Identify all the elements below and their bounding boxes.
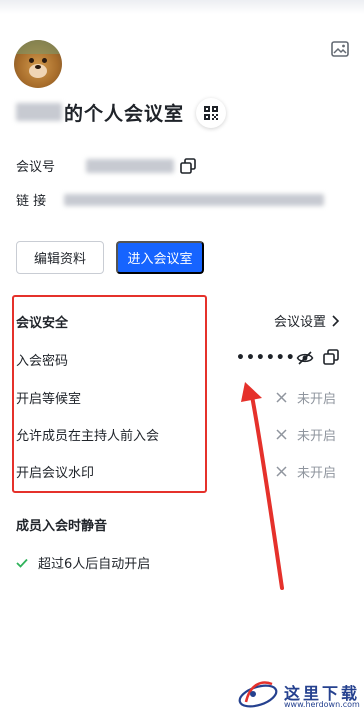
watermark-setting-status[interactable]: 未开启	[276, 462, 336, 481]
watermark-setting-label: 开启会议水印	[16, 466, 95, 481]
page-title: 的个人会议室	[16, 96, 184, 128]
link-redacted	[64, 193, 324, 206]
waiting-room-status[interactable]: 未开启	[276, 388, 336, 407]
check-icon	[16, 558, 28, 568]
watermark-url: www.herdown.com	[284, 700, 360, 709]
password-value: ••••••	[236, 350, 296, 366]
avatar-background	[14, 40, 62, 54]
owner-name-redacted	[16, 103, 62, 121]
meeting-settings-link[interactable]: 会议设置	[274, 311, 340, 330]
close-icon	[276, 466, 287, 477]
password-label: 入会密码	[16, 354, 69, 369]
window-top-strip	[0, 0, 364, 14]
close-icon	[276, 392, 287, 403]
edit-profile-button[interactable]: 编辑资料	[16, 241, 104, 274]
join-before-host-status-text: 未开启	[297, 429, 337, 444]
security-title: 会议安全	[16, 316, 69, 331]
watermark-logo	[238, 681, 278, 708]
qr-code-button[interactable]	[196, 98, 226, 128]
avatar-eye-left	[29, 58, 34, 63]
meeting-id-redacted	[86, 158, 174, 173]
eye-off-icon[interactable]	[296, 350, 314, 366]
avatar[interactable]	[14, 40, 62, 88]
waiting-room-label: 开启等候室	[16, 392, 82, 407]
meeting-id-label: 会议号	[16, 160, 56, 175]
mute-option[interactable]: 超过6人后自动开启	[16, 553, 150, 572]
join-before-host-label: 允许成员在主持人前入会	[16, 429, 160, 444]
avatar-nose	[35, 65, 41, 69]
link-row: 链 接	[16, 190, 324, 209]
close-icon	[276, 429, 287, 440]
meeting-settings-label: 会议设置	[274, 315, 327, 330]
meeting-id-row: 会议号	[16, 156, 196, 175]
chevron-right-icon	[332, 314, 340, 327]
qr-code-icon	[204, 106, 218, 120]
join-before-host-status[interactable]: 未开启	[276, 425, 336, 444]
copy-icon[interactable]	[180, 157, 196, 174]
waiting-room-status-text: 未开启	[297, 392, 337, 407]
mute-title: 成员入会时静音	[16, 519, 108, 534]
mute-option-label: 超过6人后自动开启	[38, 557, 151, 572]
copy-password-icon[interactable]	[323, 349, 339, 365]
enter-room-button[interactable]: 进入会议室	[116, 241, 204, 274]
watermark-setting-status-text: 未开启	[297, 466, 337, 481]
avatar-eye-right	[42, 58, 47, 63]
image-icon[interactable]	[331, 41, 349, 57]
page-title-text: 的个人会议室	[64, 102, 185, 125]
